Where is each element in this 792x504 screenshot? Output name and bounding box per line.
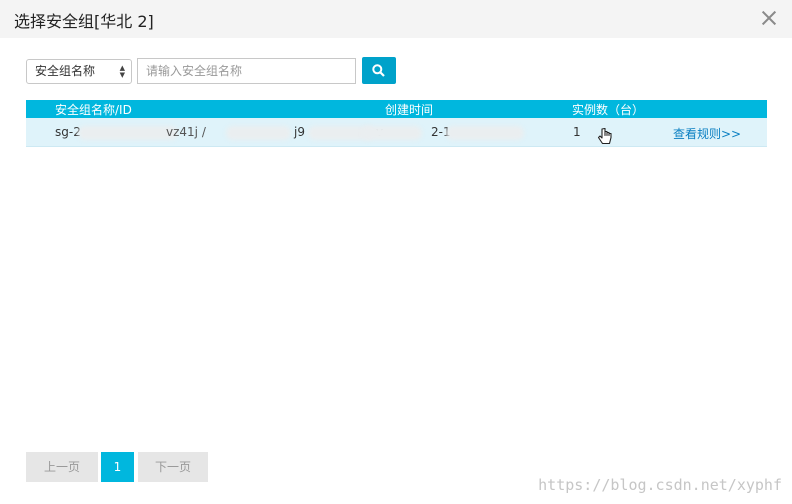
redacted-blur	[226, 126, 291, 140]
search-input[interactable]: 请输入安全组名称	[137, 58, 356, 84]
column-header-instance-count: 实例数（台）	[572, 103, 645, 117]
redacted-blur	[446, 126, 524, 140]
prev-page-button[interactable]: 上一页	[26, 452, 98, 482]
redacted-blur	[362, 126, 422, 140]
row-id-fragment: j9	[294, 125, 305, 139]
dialog-title: 选择安全组[华北 2]	[14, 12, 154, 31]
redacted-blur	[78, 126, 178, 140]
watermark-text: https://blog.csdn.net/xyphf	[538, 476, 782, 494]
search-icon	[372, 64, 385, 77]
current-page-button[interactable]: 1	[101, 452, 134, 482]
row-id-fragment: vz41j /	[166, 125, 206, 139]
table-row[interactable]: sg-2 vz41j / j9 v 2-1 1 查看规则>>	[26, 118, 767, 147]
filter-field-select[interactable]: 安全组名称 ▲ ▼	[26, 59, 132, 84]
column-header-name-id: 安全组名称/ID	[55, 103, 132, 117]
view-rules-link[interactable]: 查看规则>>	[673, 125, 741, 142]
select-arrows-icon: ▲ ▼	[119, 64, 125, 79]
filter-select-value: 安全组名称	[35, 64, 96, 78]
security-group-table: 安全组名称/ID 创建时间 实例数（台） sg-2 vz41j / j9 v 2…	[26, 100, 767, 147]
search-button[interactable]	[362, 57, 396, 84]
dialog-header: 选择安全组[华北 2]	[0, 0, 792, 38]
close-icon[interactable]	[760, 9, 778, 27]
hand-cursor-icon	[597, 128, 612, 145]
row-id-fragment: sg-2	[55, 125, 81, 139]
next-page-button[interactable]: 下一页	[138, 452, 208, 482]
column-header-created-time: 创建时间	[385, 103, 434, 117]
row-instance-count: 1	[573, 125, 581, 139]
table-header: 安全组名称/ID 创建时间 实例数（台）	[26, 100, 767, 118]
